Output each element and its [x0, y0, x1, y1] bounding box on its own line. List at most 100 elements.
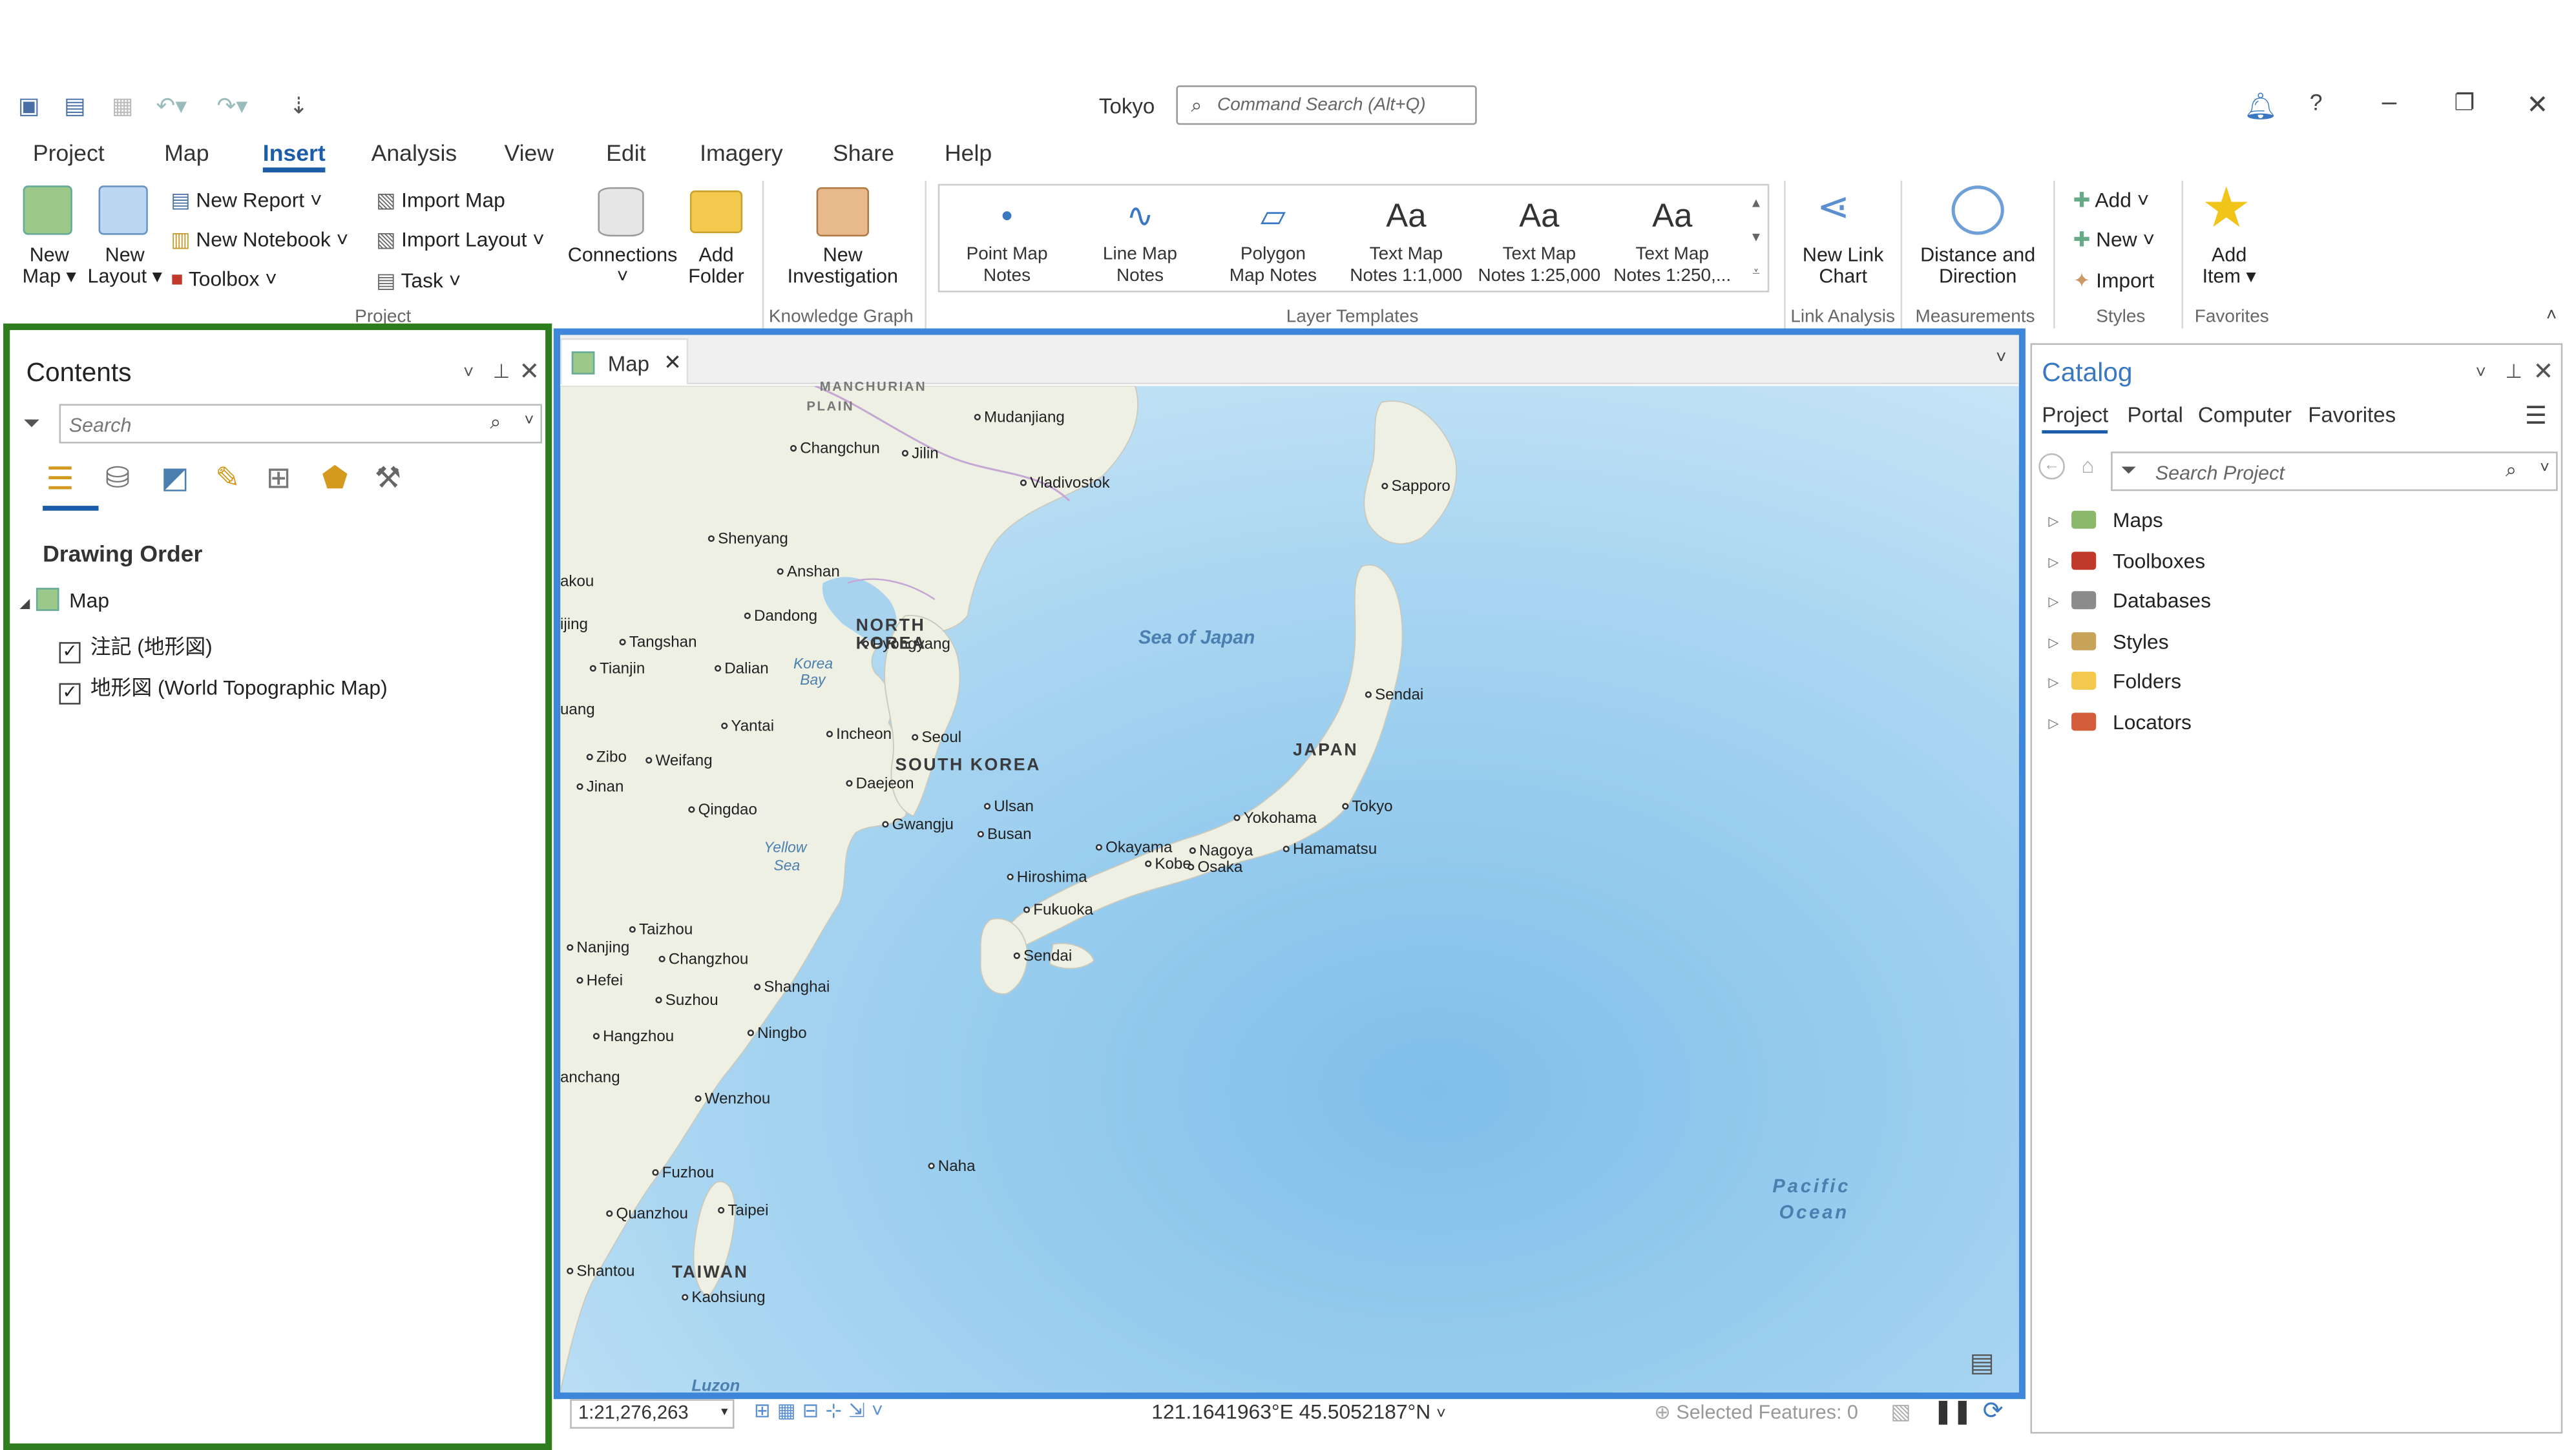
close-tab-icon[interactable]: ✕ [664, 350, 682, 377]
pane-options-icon[interactable]: ˅ [2476, 363, 2486, 383]
pin-icon[interactable]: ⊥ [2505, 360, 2522, 383]
expand-arrow-icon[interactable]: ▷ [2048, 594, 2058, 609]
notifications-icon[interactable]: 🔔︎ [2244, 90, 2278, 123]
tab-edit[interactable]: Edit [606, 140, 645, 166]
customize-toolbar-icon[interactable]: ⇣ [289, 92, 308, 119]
new-style-button[interactable]: ✚ New ˅ [2073, 227, 2155, 251]
redo-icon[interactable]: ↷▾ [217, 92, 248, 119]
expand-arrow-icon[interactable]: ▷ [2048, 715, 2058, 730]
scale-selector[interactable]: 1:21,276,263 ▾ [570, 1399, 735, 1429]
toolbox-button[interactable]: ■ Toolbox ˅ [171, 267, 277, 291]
editing-icon[interactable]: ✎ [215, 461, 240, 495]
tab-imagery[interactable]: Imagery [700, 140, 783, 166]
contents-search-input[interactable]: Search ⌕ ˅ [59, 404, 543, 444]
layer-template-item[interactable]: ▱ Polygon Map Notes [1206, 185, 1340, 291]
save-icon[interactable]: ▦ [112, 92, 134, 119]
pin-icon[interactable]: ⊥ [493, 360, 510, 383]
layer-annotation[interactable]: ✓ 注記 (地形図) [59, 629, 213, 664]
table-icon[interactable]: ▧ [1890, 1399, 1911, 1425]
expand-arrow-icon[interactable]: ▷ [2048, 675, 2058, 690]
snapping-icon[interactable]: ⊞ [266, 461, 291, 495]
catalog-item-maps[interactable]: ▷ Maps [2048, 509, 2162, 532]
open-project-icon[interactable]: ▤ [64, 92, 86, 119]
new-notebook-button[interactable]: ▥ New Notebook ˅ [171, 227, 348, 251]
filter-icon[interactable]: ⏷ [2120, 458, 2136, 482]
tab-list-chevron-icon[interactable]: ˅ [1996, 348, 2006, 368]
catalog-item-styles[interactable]: ▷ Styles [2048, 630, 2168, 653]
new-map-button[interactable]: New Map ▾ [13, 244, 85, 287]
new-report-button[interactable]: ▤ New Report ˅ [171, 187, 322, 212]
expand-arrow-icon[interactable]: ▷ [2048, 635, 2058, 650]
navigation-tools-icons[interactable]: ⊞▦⊟⊹⇲˅ [754, 1399, 890, 1422]
tab-map[interactable]: Map [164, 140, 209, 166]
pane-options-icon[interactable]: ˅ [463, 363, 474, 383]
menu-icon[interactable]: ☰ [2525, 400, 2547, 430]
chevron-down-icon[interactable]: ˅ [2540, 460, 2550, 478]
layer-topographic[interactable]: ✓ 地形図 (World Topographic Map) [59, 670, 388, 705]
selection-icon[interactable]: ◩ [161, 461, 189, 495]
expand-arrow-icon[interactable]: ▷ [2048, 514, 2058, 529]
layer-checkbox[interactable]: ✓ [59, 642, 81, 664]
layer-template-item[interactable]: Aa Text Map Notes 1:250,... [1605, 185, 1739, 291]
new-investigation-button[interactable]: New Investigation [772, 244, 914, 287]
new-link-chart-button[interactable]: New Link Chart [1794, 244, 1892, 287]
catalog-search-input[interactable]: ⏷ Search Project ⌕ ˅ [2111, 451, 2558, 492]
catalog-tab-computer[interactable]: Computer [2198, 402, 2292, 427]
import-layout-button[interactable]: ▧ Import Layout ˅ [376, 227, 545, 251]
back-icon[interactable]: ← [2038, 453, 2065, 480]
attribution-icon[interactable]: ▤ [1969, 1347, 1994, 1380]
gallery-scroll[interactable]: ▲ ▼ ⩡ [1744, 185, 1768, 291]
layer-template-item[interactable]: ∿ Line Map Notes [1073, 185, 1207, 291]
add-folder-button[interactable]: Add Folder [680, 244, 753, 287]
catalog-item-locators[interactable]: ▷ Locators [2048, 710, 2191, 734]
expand-arrow-icon[interactable]: ▷ [2048, 554, 2058, 569]
layer-template-item[interactable]: • Point Map Notes [939, 185, 1074, 291]
catalog-item-databases[interactable]: ▷ Databases [2048, 590, 2211, 613]
tab-project[interactable]: Project [33, 140, 105, 166]
refresh-icon[interactable]: ⟳ [1983, 1396, 2004, 1425]
tab-share[interactable]: Share [833, 140, 894, 166]
restore-icon[interactable]: ❐ [2454, 88, 2475, 116]
tab-view[interactable]: View [505, 140, 554, 166]
map-node[interactable]: ◢ Map [20, 588, 110, 612]
catalog-tab-portal[interactable]: Portal [2128, 402, 2183, 427]
catalog-item-folders[interactable]: ▷ Folders [2048, 670, 2181, 693]
help-icon[interactable]: ? [2310, 88, 2323, 115]
minimize-icon[interactable]: – [2382, 88, 2397, 118]
add-item-button[interactable]: Add Item ▾ [2192, 244, 2267, 287]
new-layout-button[interactable]: New Layout ▾ [85, 244, 164, 287]
undo-icon[interactable]: ↶▾ [156, 92, 187, 119]
layer-template-item[interactable]: Aa Text Map Notes 1:1,000 [1339, 185, 1473, 291]
collapse-ribbon-icon[interactable]: ˄ [2546, 306, 2557, 326]
close-pane-icon[interactable]: ✕ [519, 357, 539, 386]
tab-analysis[interactable]: Analysis [372, 140, 457, 166]
close-pane-icon[interactable]: ✕ [2533, 357, 2554, 386]
add-style-button[interactable]: ✚ Add ˅ [2073, 187, 2150, 212]
task-button[interactable]: ▤ Task ˅ [376, 267, 461, 293]
chevron-down-icon[interactable]: ˅ [524, 412, 534, 430]
pause-drawing-icon[interactable]: ❚❚ [1934, 1398, 1973, 1425]
catalog-tab-project[interactable]: Project [2042, 402, 2109, 434]
charts-icon[interactable]: ⚒ [375, 461, 401, 495]
new-project-icon[interactable]: ▣ [18, 92, 40, 119]
import-style-button[interactable]: ✦ Import [2073, 267, 2155, 293]
drawing-order-icon[interactable]: ☰ [46, 461, 74, 499]
command-search-input[interactable]: ⌕ Command Search (Alt+Q) [1176, 85, 1477, 125]
layer-template-item[interactable]: Aa Text Map Notes 1:25,000 [1472, 185, 1606, 291]
filter-icon[interactable]: ⏷ [23, 411, 40, 437]
home-icon[interactable]: ⌂ [2081, 453, 2094, 478]
layer-checkbox[interactable]: ✓ [59, 683, 81, 705]
catalog-tab-favorites[interactable]: Favorites [2308, 402, 2396, 427]
data-source-icon[interactable]: ⛁ [105, 461, 130, 495]
close-icon[interactable]: ✕ [2526, 88, 2548, 121]
tab-help[interactable]: Help [945, 140, 992, 166]
import-map-button[interactable]: ▧ Import Map [376, 187, 505, 212]
map-tab[interactable]: Map ✕ [560, 338, 689, 384]
distance-direction-button[interactable]: Distance and Direction [1909, 244, 2047, 287]
connections-button[interactable]: Connections ˅ [565, 244, 680, 287]
catalog-item-toolboxes[interactable]: ▷ Toolboxes [2048, 549, 2205, 572]
expand-arrow-icon[interactable]: ◢ [20, 596, 30, 611]
coordinates-readout[interactable]: 121.1641963°E 45.5052187°N ˅ [1151, 1401, 1446, 1424]
tab-insert[interactable]: Insert [262, 140, 326, 172]
labeling-icon[interactable]: ⬟ [322, 461, 348, 495]
